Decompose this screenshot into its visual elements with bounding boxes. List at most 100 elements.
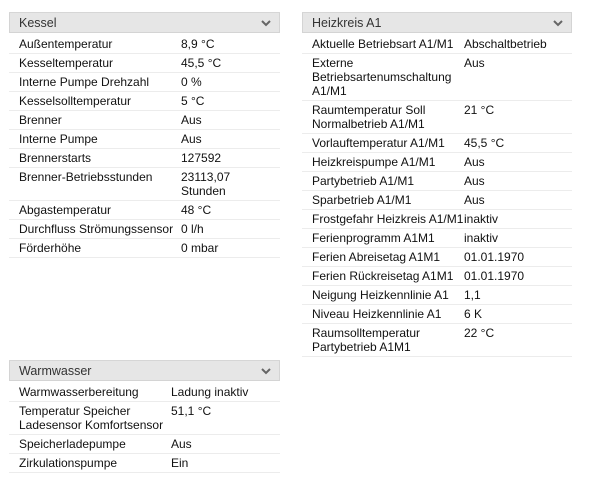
row-label: Aktuelle Betriebsart A1/M1 bbox=[312, 37, 454, 51]
table-row: Durchfluss Strömungssensor 0 l/h bbox=[9, 220, 280, 239]
row-label: Sparbetrieb A1/M1 bbox=[312, 193, 412, 207]
table-row: Kesseltemperatur 45,5 °C bbox=[9, 54, 280, 73]
table-row: Temperatur Speicher Ladesensor Komfortse… bbox=[9, 402, 280, 435]
table-row: Förderhöhe 0 mbar bbox=[9, 239, 280, 258]
row-label: Externe Betriebsartenumschaltung A1/M1 bbox=[312, 56, 452, 98]
table-row: Neigung Heizkennlinie A1 1,1 bbox=[302, 286, 572, 305]
row-label: Brennerstarts bbox=[19, 151, 92, 165]
row-label: Förderhöhe bbox=[19, 241, 82, 255]
row-label: Brenner bbox=[19, 113, 62, 127]
table-row: Ferien Abreisetag A1M1 01.01.1970 bbox=[302, 248, 572, 267]
row-label: Raumtemperatur Soll Normalbetrieb A1/M1 bbox=[312, 103, 426, 131]
row-value: Ein bbox=[171, 456, 189, 470]
row-label: Temperatur Speicher Ladesensor Komfortse… bbox=[19, 404, 164, 432]
table-row: Vorlauftemperatur A1/M1 45,5 °C bbox=[302, 134, 572, 153]
table-row: Speicherladepumpe Aus bbox=[9, 435, 280, 454]
row-value: Aus bbox=[171, 437, 192, 451]
row-label: Heizkreispumpe A1/M1 bbox=[312, 155, 436, 169]
row-value: inaktiv bbox=[464, 212, 499, 226]
row-value: 0 mbar bbox=[181, 241, 219, 255]
row-label: Neigung Heizkennlinie A1 bbox=[312, 288, 449, 302]
row-value: 8,9 °C bbox=[181, 37, 215, 51]
row-value: 127592 bbox=[181, 151, 222, 165]
row-label: Brenner-Betriebsstunden bbox=[19, 170, 153, 184]
row-label: Interne Pumpe Drehzahl bbox=[19, 75, 150, 89]
chevron-down-icon[interactable] bbox=[260, 365, 272, 377]
row-value: 5 °C bbox=[181, 94, 205, 108]
table-row: Niveau Heizkennlinie A1 6 K bbox=[302, 305, 572, 324]
heizkreis-panel-header[interactable]: Heizkreis A1 bbox=[302, 13, 572, 33]
row-value: 21 °C bbox=[464, 103, 495, 117]
row-label: Kesselsolltemperatur bbox=[19, 94, 132, 108]
table-row: Ferien Rückreisetag A1M1 01.01.1970 bbox=[302, 267, 572, 286]
row-label: Niveau Heizkennlinie A1 bbox=[312, 307, 442, 321]
row-value: 01.01.1970 bbox=[464, 269, 525, 283]
row-value: inaktiv bbox=[464, 231, 499, 245]
kessel-rows: Außentemperatur 8,9 °C Kesseltemperatur 45,… bbox=[9, 35, 280, 258]
row-value: Aus bbox=[464, 56, 485, 70]
table-row: Raumtemperatur Soll Normalbetrieb A1/M1 2… bbox=[302, 101, 572, 134]
row-value: 23113,07 Stunden bbox=[181, 170, 231, 198]
row-label: Raumsolltemperatur Partybetrieb A1M1 bbox=[312, 326, 421, 354]
table-row: Sparbetrieb A1/M1 Aus bbox=[302, 191, 572, 210]
row-value: 1,1 bbox=[464, 288, 481, 302]
row-label: Durchfluss Strömungssensor bbox=[19, 222, 174, 236]
row-label: Zirkulationspumpe bbox=[19, 456, 118, 470]
row-value: 51,1 °C bbox=[171, 404, 212, 418]
table-row: Frostgefahr Heizkreis A1/M1 inaktiv bbox=[302, 210, 572, 229]
row-label: Ferienprogramm A1M1 bbox=[312, 231, 435, 245]
row-value: Aus bbox=[181, 113, 202, 127]
warmwasser-panel-header[interactable]: Warmwasser bbox=[9, 361, 280, 381]
table-row: Brennerstarts 127592 bbox=[9, 149, 280, 168]
row-label: Ferien Rückreisetag A1M1 bbox=[312, 269, 454, 283]
row-label: Interne Pumpe bbox=[19, 132, 98, 146]
table-row: Abgastemperatur 48 °C bbox=[9, 201, 280, 220]
row-value: Abschaltbetrieb bbox=[464, 37, 547, 51]
row-label: Frostgefahr Heizkreis A1/M1 bbox=[312, 212, 464, 226]
table-row: Außentemperatur 8,9 °C bbox=[9, 35, 280, 54]
heizkreis-panel: Heizkreis A1 Aktuelle Betriebsart A1/M1 A… bbox=[302, 12, 572, 357]
row-label: Abgastemperatur bbox=[19, 203, 112, 217]
heizkreis-panel-title: Heizkreis A1 bbox=[312, 15, 382, 30]
row-label: Warmwasserbereitung bbox=[19, 385, 139, 399]
row-value: Aus bbox=[464, 174, 485, 188]
warmwasser-panel-title: Warmwasser bbox=[19, 363, 92, 378]
row-value: 0 % bbox=[181, 75, 202, 89]
row-label: Partybetrieb A1/M1 bbox=[312, 174, 415, 188]
row-value: Aus bbox=[464, 155, 485, 169]
table-row: Raumsolltemperatur Partybetrieb A1M1 22 °… bbox=[302, 324, 572, 357]
kessel-panel-title: Kessel bbox=[19, 15, 57, 30]
row-value: Aus bbox=[464, 193, 485, 207]
heizkreis-rows: Aktuelle Betriebsart A1/M1 Abschaltbetrie… bbox=[302, 35, 572, 357]
row-value: 22 °C bbox=[464, 326, 495, 340]
row-label: Kesseltemperatur bbox=[19, 56, 114, 70]
row-value: Aus bbox=[181, 132, 202, 146]
row-value: 0 l/h bbox=[181, 222, 204, 236]
table-row: Aktuelle Betriebsart A1/M1 Abschaltbetrie… bbox=[302, 35, 572, 54]
row-value: 45,5 °C bbox=[181, 56, 222, 70]
table-row: Partybetrieb A1/M1 Aus bbox=[302, 172, 572, 191]
table-row: Ferienprogramm A1M1 inaktiv bbox=[302, 229, 572, 248]
table-row: Externe Betriebsartenumschaltung A1/M1 Au… bbox=[302, 54, 572, 101]
row-label: Ferien Abreisetag A1M1 bbox=[312, 250, 441, 264]
table-row: Interne Pumpe Aus bbox=[9, 130, 280, 149]
table-row: Heizkreispumpe A1/M1 Aus bbox=[302, 153, 572, 172]
row-value: Ladung inaktiv bbox=[171, 385, 249, 399]
table-row: Zirkulationspumpe Ein bbox=[9, 454, 280, 473]
table-row: Warmwasserbereitung Ladung inaktiv bbox=[9, 383, 280, 402]
kessel-panel-header[interactable]: Kessel bbox=[9, 13, 280, 33]
row-label: Außentemperatur bbox=[19, 37, 113, 51]
row-value: 48 °C bbox=[181, 203, 212, 217]
table-row: Brenner Aus bbox=[9, 111, 280, 130]
warmwasser-panel: Warmwasser Warmwasserbereitung Ladung ina… bbox=[9, 360, 280, 473]
row-label: Vorlauftemperatur A1/M1 bbox=[312, 136, 445, 150]
chevron-down-icon[interactable] bbox=[260, 17, 272, 29]
kessel-panel: Kessel Außentemperatur 8,9 °C Kesseltemper… bbox=[9, 12, 280, 258]
warmwasser-rows: Warmwasserbereitung Ladung inaktiv Tempera… bbox=[9, 383, 280, 473]
row-label: Speicherladepumpe bbox=[19, 437, 126, 451]
row-value: 6 K bbox=[464, 307, 483, 321]
chevron-down-icon[interactable] bbox=[552, 17, 564, 29]
table-row: Brenner-Betriebsstunden 23113,07 Stunden bbox=[9, 168, 280, 201]
row-value: 01.01.1970 bbox=[464, 250, 525, 264]
table-row: Kesselsolltemperatur 5 °C bbox=[9, 92, 280, 111]
